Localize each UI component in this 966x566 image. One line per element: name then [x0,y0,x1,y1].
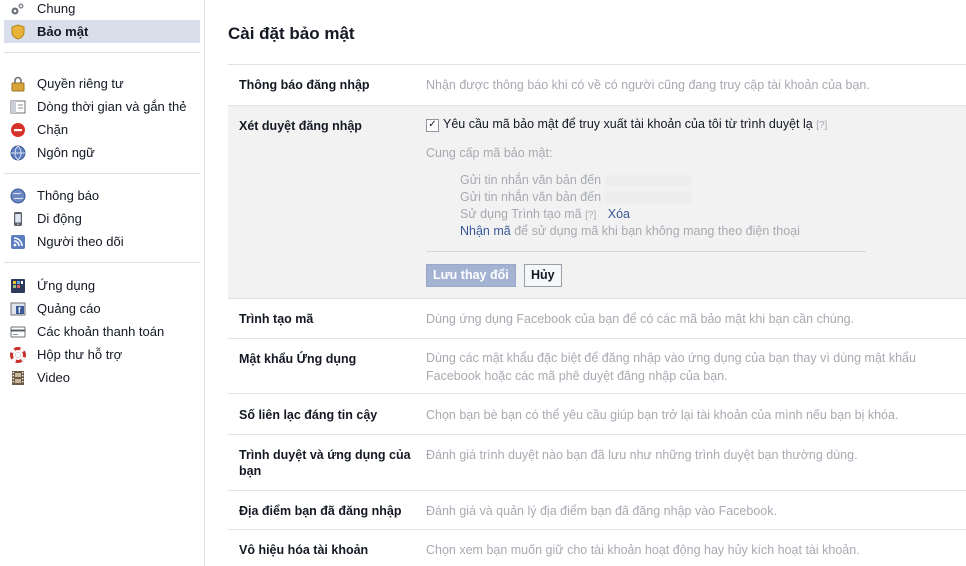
sidebar-item-privacy[interactable]: Quyền riêng tư [4,72,200,95]
sidebar-item-label: Thông báo [37,188,100,203]
sidebar-item-notifications[interactable]: Thông báo [4,184,200,207]
row-label: Trình tạo mã [239,312,314,326]
settings-row-trusted-contacts[interactable]: Số liên lạc đáng tin cậy Chọn bạn bè bạn… [228,394,966,435]
sidebar-item-apps[interactable]: Ứng dụng [4,274,200,297]
lock-icon [10,76,26,92]
sidebar-item-label: Người theo dõi [37,234,124,249]
row-description: Chọn xem bạn muốn giữ cho tài khoản hoạt… [426,543,860,557]
sidebar-item-label: Hộp thư hỗ trợ [37,347,123,362]
sidebar-item-mobile[interactable]: Di động [4,207,200,230]
credit-card-icon [10,324,26,340]
globe-icon [10,145,26,161]
shield-icon [10,24,26,40]
redacted-phone [605,192,692,204]
settings-row-deactivate-account[interactable]: Vô hiệu hóa tài khoản Chọn xem bạn muốn … [228,530,966,566]
sidebar-item-support-inbox[interactable]: Hộp thư hỗ trợ [4,343,200,366]
help-link[interactable]: [?] [816,120,827,131]
sidebar-item-timeline-tagging[interactable]: Dòng thời gian và gắn thẻ [4,95,200,118]
rss-icon [10,234,26,250]
sidebar-divider [4,173,200,174]
cancel-button[interactable]: Hủy [524,264,562,287]
sidebar-divider [4,52,200,53]
sidebar-item-label: Di động [37,211,82,226]
sidebar-item-label: Chung [37,1,76,16]
sidebar-item-label: Ứng dụng [37,278,96,293]
mobile-icon [10,211,26,227]
globe-notification-icon [10,188,26,204]
sms-option-2: Gửi tin nhắn văn bản đến [460,190,602,204]
row-description: Đánh giá và quản lý địa điểm bạn đã đăng… [426,504,777,518]
sidebar-group-general: Chung Bảo mật [0,0,204,43]
sidebar-item-general[interactable]: Chung [4,0,200,20]
row-description: Chọn bạn bè bạn có thể yêu cầu giúp bạn … [426,408,899,422]
sidebar-divider [4,262,200,263]
security-settings-panel: Cài đặt bảo mật Thông báo đăng nhập Nhận… [205,0,966,566]
lifebuoy-icon [10,347,26,363]
sidebar-item-label: Bảo mật [37,24,89,39]
row-description: Dùng các mật khẩu đặc biệt để đăng nhập … [426,351,916,383]
sidebar-item-label: Video [37,370,71,385]
row-label: Vô hiệu hóa tài khoản [239,543,369,557]
row-label: Mật khẩu Ứng dụng [239,352,357,366]
sidebar-group-notifications: Thông báo Di động Người theo dõi [0,184,204,253]
row-label: Thông báo đăng nhập [239,78,370,92]
row-label: Xét duyệt đăng nhập [239,119,362,133]
sidebar-group-privacy: Quyền riêng tư Dòng thời gian và gắn thẻ… [0,72,204,164]
require-code-label: Yêu cầu mã bảo mật để truy xuất tài khoả… [443,117,813,131]
require-code-checkbox[interactable]: ✓ [426,119,439,132]
delete-link[interactable]: Xóa [608,207,630,221]
timeline-icon [10,99,26,115]
sidebar-item-ads[interactable]: f Quảng cáo [4,297,200,320]
code-generator-option: Sử dụng Trình tạo mã [460,207,582,221]
redacted-phone [605,175,692,187]
provide-codes-heading: Cung cấp mã bảo mật: [426,146,553,160]
sidebar-item-label: Chặn [37,122,69,137]
row-description: Đánh giá trình duyệt nào bạn đã lưu như … [426,448,858,462]
settings-row-login-notifications[interactable]: Thông báo đăng nhập Nhận được thông báo … [228,65,966,106]
sidebar-item-security[interactable]: Bảo mật [4,20,200,43]
sidebar-item-followers[interactable]: Người theo dõi [4,230,200,253]
row-description: Nhận được thông báo khi có về có người c… [426,78,870,92]
row-label: Trình duyệt và ứng dụng của bạn [239,448,411,478]
gears-icon [10,1,26,17]
get-codes-link[interactable]: Nhận mã [460,224,511,238]
sidebar-item-label: Quyền riêng tư [37,76,124,91]
ads-icon: f [10,301,26,317]
sidebar-item-label: Ngôn ngữ [37,145,95,160]
settings-row-app-passwords[interactable]: Mật khẩu Ứng dụng Dùng các mật khẩu đặc … [228,339,966,394]
block-icon [10,122,26,138]
apps-icon [10,278,26,294]
row-description: Dùng ứng dụng Facebook của bạn để có các… [426,312,855,326]
row-label: Số liên lạc đáng tin cậy [239,408,378,422]
sidebar-item-label: Các khoản thanh toán [37,324,165,339]
save-changes-button[interactable]: Lưu thay đổi [426,264,516,287]
divider [426,251,866,252]
svg-text:f: f [18,306,21,315]
sidebar-item-label: Quảng cáo [37,301,101,316]
row-label: Địa điểm bạn đã đăng nhập [239,504,402,518]
sidebar-item-video[interactable]: Video [4,366,200,389]
sms-option-1: Gửi tin nhắn văn bản đến [460,173,602,187]
film-icon [10,370,26,386]
sidebar-item-payments[interactable]: Các khoản thanh toán [4,320,200,343]
settings-row-browsers-apps[interactable]: Trình duyệt và ứng dụng của bạn Đánh giá… [228,435,966,491]
settings-row-login-approvals: Xét duyệt đăng nhập ✓ Yêu cầu mã bảo mật… [228,106,966,299]
settings-row-where-logged-in[interactable]: Địa điểm bạn đã đăng nhập Đánh giá và qu… [228,491,966,530]
sidebar-group-apps: Ứng dụng f Quảng cáo Các khoản thanh toá… [0,274,204,389]
sidebar-item-label: Dòng thời gian và gắn thẻ [37,99,187,114]
settings-row-code-generator[interactable]: Trình tạo mã Dùng ứng dụng Facebook của … [228,299,966,339]
sidebar-item-blocking[interactable]: Chặn [4,118,200,141]
settings-sidebar: Chung Bảo mật Quyền riêng tư Dòng thời g… [0,0,205,566]
page-title: Cài đặt bảo mật [228,24,355,43]
sidebar-item-language[interactable]: Ngôn ngữ [4,141,200,164]
help-link[interactable]: [?] [585,210,596,221]
get-codes-text: để sử dụng mã khi bạn không mang theo đi… [514,224,800,238]
